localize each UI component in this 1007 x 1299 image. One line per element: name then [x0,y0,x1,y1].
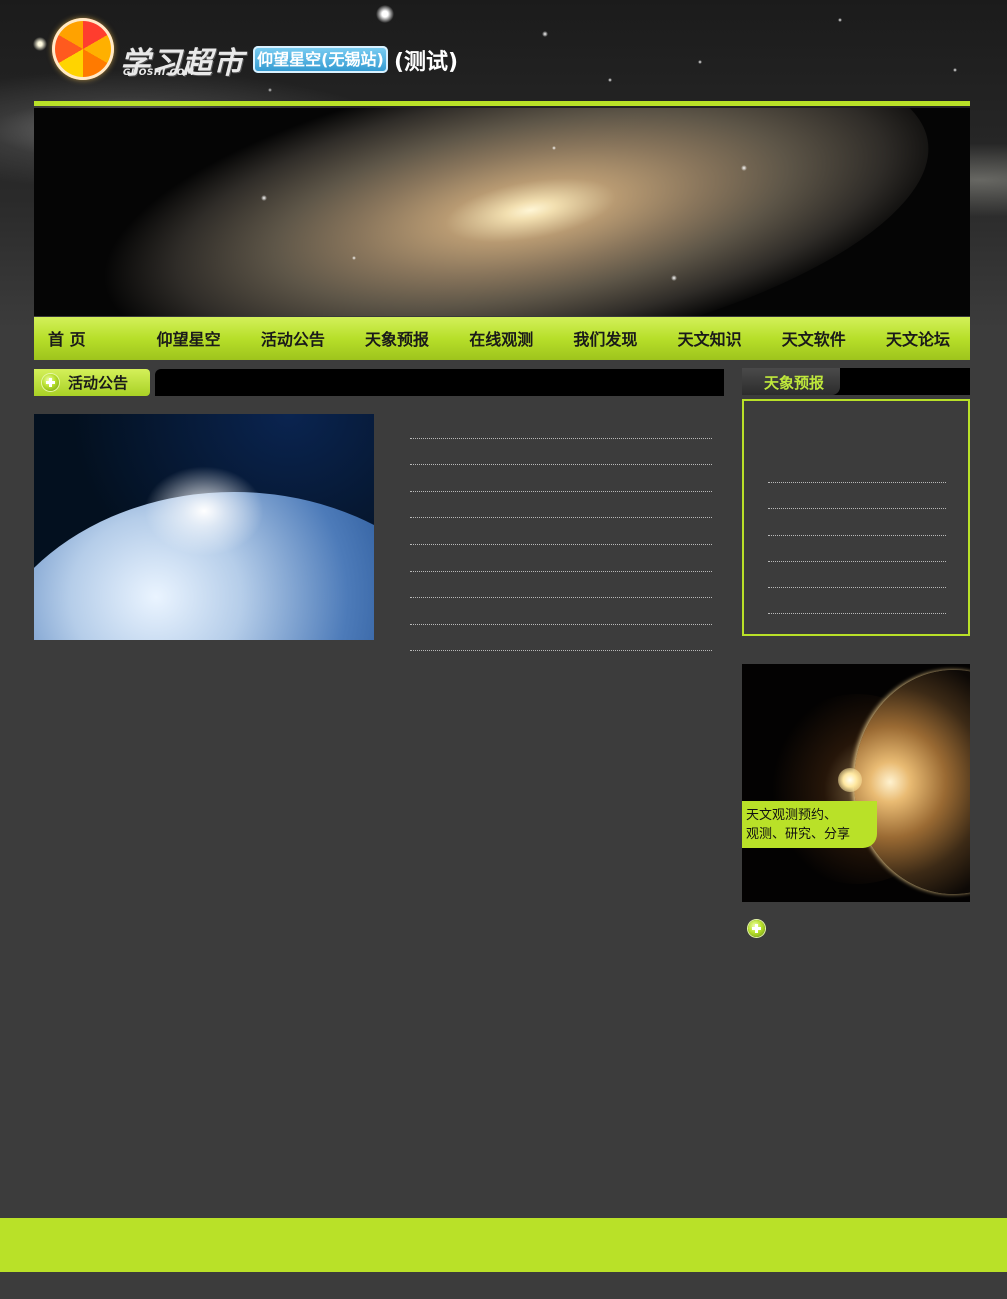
nav-item-online-observation[interactable]: 在线观测 [449,317,553,360]
forecast-list [768,457,946,615]
list-item[interactable] [768,509,946,536]
nav-item-discoveries[interactable]: 我们发现 [553,317,657,360]
site-test-tag: (测试) [394,50,459,75]
list-item[interactable] [768,588,946,615]
nav-item-stargazing[interactable]: 仰望星空 [137,317,241,360]
galaxy-banner-image [34,108,970,316]
nav-item-home[interactable]: 首 页 [34,317,137,360]
earth-from-space-image[interactable] [34,414,374,640]
forecast-box [742,399,970,636]
orange-slice-logo-icon[interactable] [52,18,114,80]
list-item[interactable] [768,536,946,562]
list-item[interactable] [410,412,712,439]
announcements-tab[interactable]: 活动公告 [34,369,150,396]
list-item[interactable] [768,457,946,484]
nav-item-astronomy-knowledge[interactable]: 天文知识 [657,317,761,360]
section-header-bar [155,369,724,396]
main-nav: 首 页 仰望星空 活动公告 天象预报 在线观测 我们发现 天文知识 天文软件 天… [34,317,970,360]
announcement-list [410,412,712,652]
list-item[interactable] [768,483,946,510]
forecast-section-header: 天象预报 [742,368,970,395]
more-plus-icon[interactable] [748,920,765,937]
forecast-tab[interactable]: 天象预报 [742,368,840,395]
banner-stars [34,108,970,316]
nav-item-astronomy-forum[interactable]: 天文论坛 [866,317,970,360]
eclipse-promo-image[interactable]: 天文观测预约、 观测、研究、分享 [742,664,970,902]
nav-item-astronomy-software[interactable]: 天文软件 [762,317,866,360]
nav-item-announcements[interactable]: 活动公告 [241,317,345,360]
list-item[interactable] [410,439,712,466]
header-divider [34,101,970,106]
list-item[interactable] [768,562,946,588]
sun-flare [144,466,264,556]
list-item[interactable] [410,545,712,572]
plus-icon [42,374,59,391]
logo-subtitle: GUOSHI.COM [123,68,195,78]
list-item[interactable] [410,625,712,652]
forecast-title: 天象预报 [764,374,825,392]
nav-item-forecast[interactable]: 天象预报 [345,317,449,360]
promo-caption-line-1: 天文观测预约、 [746,808,838,823]
eclipse-sun [838,768,862,792]
announcements-title: 活动公告 [68,374,129,392]
promo-caption: 天文观测预约、 观测、研究、分享 [742,801,877,848]
site-name-badge: 仰望星空(无锡站) [253,46,388,73]
list-item[interactable] [410,492,712,519]
list-item[interactable] [410,465,712,492]
announcements-section-header: 活动公告 [34,369,724,396]
list-item[interactable] [410,518,712,545]
list-item[interactable] [410,598,712,625]
promo-caption-line-2: 观测、研究、分享 [746,827,851,842]
list-item[interactable] [410,572,712,599]
footer-bar [0,1218,1007,1272]
